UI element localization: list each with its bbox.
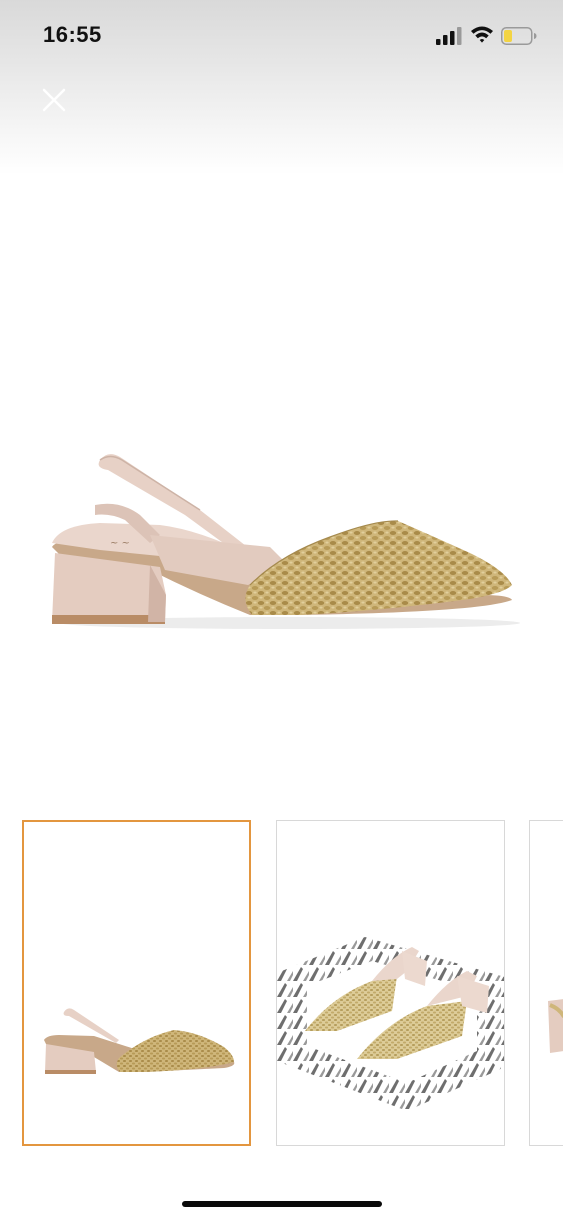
wifi-icon bbox=[471, 26, 493, 43]
cellular-signal-icon bbox=[436, 27, 462, 45]
thumbnail-1[interactable] bbox=[22, 820, 251, 1146]
svg-text:~ ~: ~ ~ bbox=[110, 538, 130, 549]
home-indicator bbox=[182, 1201, 382, 1207]
thumbnail-strip[interactable] bbox=[0, 818, 563, 1150]
thumbnail-2[interactable] bbox=[276, 820, 505, 1146]
thumbnail-3[interactable] bbox=[529, 820, 563, 1146]
close-icon[interactable] bbox=[36, 82, 72, 118]
status-time: 16:55 bbox=[43, 22, 102, 47]
battery-low-icon bbox=[501, 27, 537, 45]
shoe-side-view: ~ ~ bbox=[52, 454, 520, 629]
thumbnail-2-image bbox=[277, 937, 505, 1111]
thumbnail-3-image bbox=[548, 999, 563, 1053]
thumbnail-1-image bbox=[44, 1008, 235, 1074]
status-bar: 16:55 bbox=[0, 0, 563, 72]
main-product-image[interactable]: ~ ~ bbox=[0, 175, 563, 795]
